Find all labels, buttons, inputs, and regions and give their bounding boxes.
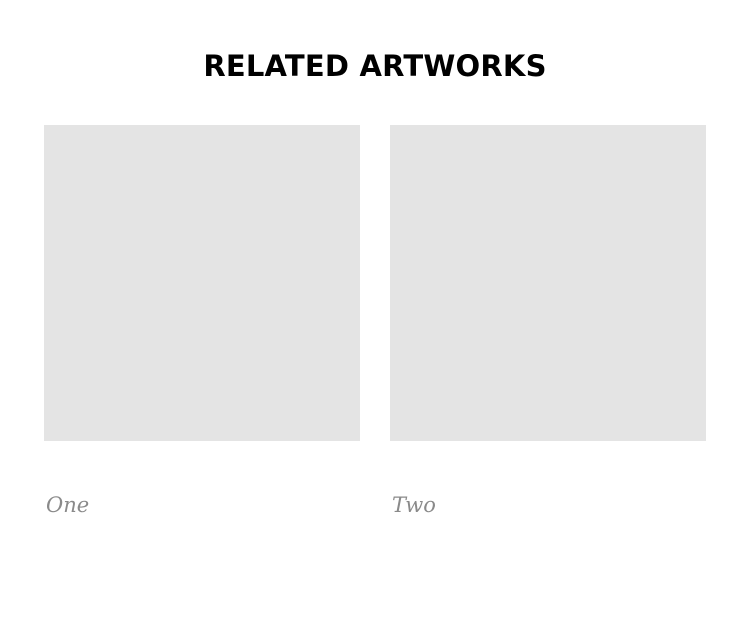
artwork-thumbnail-placeholder[interactable] [44, 125, 360, 441]
artwork-card-two[interactable]: Two [390, 125, 706, 517]
artwork-card-one[interactable]: One [44, 125, 360, 517]
artwork-caption[interactable]: Two [392, 490, 436, 520]
artwork-caption[interactable]: One [46, 490, 89, 520]
related-artworks-heading: RELATED ARTWORKS [203, 49, 547, 83]
artwork-thumbnail-placeholder[interactable] [390, 125, 706, 441]
